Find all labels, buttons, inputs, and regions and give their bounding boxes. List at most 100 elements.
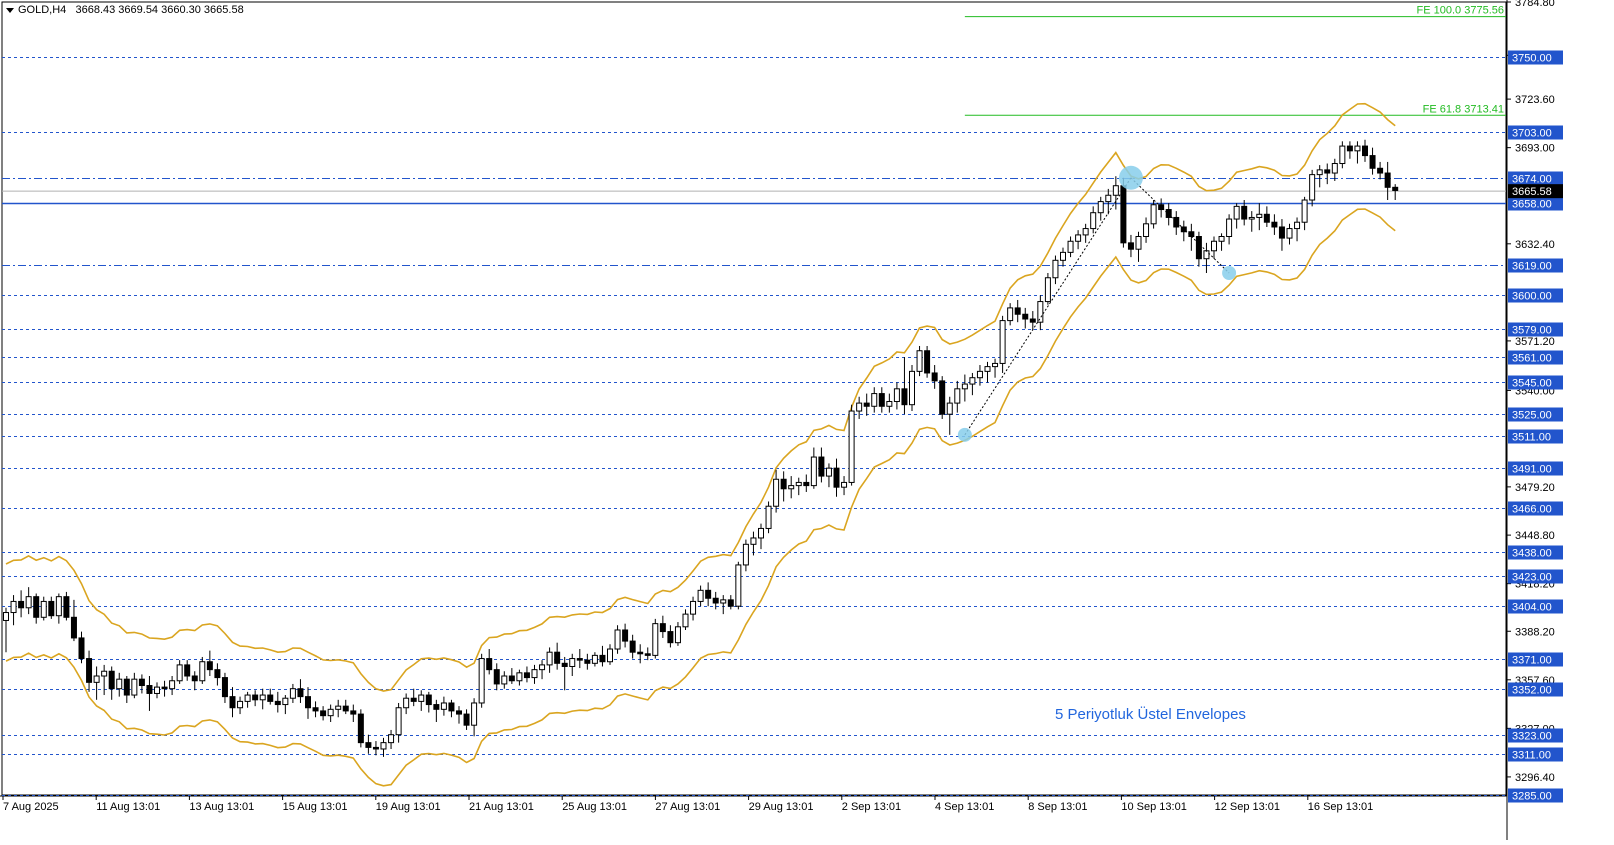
candle-bearish (1392, 186, 1399, 191)
candle-bullish (682, 613, 689, 628)
candle-bullish (848, 410, 855, 483)
candle-bearish (123, 678, 130, 696)
candle-bullish (1135, 236, 1142, 250)
candle-bullish (199, 661, 206, 682)
candle-bearish (357, 713, 364, 744)
current-price-label: 3665.58 (1512, 186, 1552, 198)
candle-bearish (191, 675, 198, 682)
candle-bullish (1067, 240, 1074, 253)
candle-bullish (282, 697, 289, 706)
candle-bearish (637, 651, 644, 655)
fib-anchor-marker[interactable] (957, 427, 972, 442)
candle-bullish (131, 678, 138, 696)
candle-bearish (48, 600, 55, 617)
candle-bearish (1377, 167, 1384, 174)
candle-bullish (40, 600, 47, 618)
candle-bullish (1203, 250, 1210, 260)
candle-bullish (961, 383, 968, 390)
x-tick-label: 21 Aug 13:01 (469, 801, 534, 813)
candle-bearish (599, 654, 606, 663)
fib-anchor-marker[interactable] (1222, 265, 1237, 280)
candle-bullish (1301, 199, 1308, 223)
x-tick-label: 7 Aug 2025 (3, 801, 59, 813)
candle-bearish (410, 697, 417, 702)
candle-bullish (773, 478, 780, 507)
candle-bearish (1369, 155, 1376, 169)
candle-bullish (1226, 218, 1233, 238)
candle-bullish (244, 694, 251, 702)
chart-header: GOLD,H4 3668.43 3669.54 3660.30 3665.58 (18, 4, 244, 16)
candle-bullish (569, 658, 576, 667)
candle-bearish (659, 623, 666, 633)
candle-bearish (931, 372, 938, 382)
x-tick-label: 4 Sep 13:01 (935, 801, 994, 813)
level-price-label: 3658.00 (1512, 199, 1552, 211)
level-price-label: 3579.00 (1512, 325, 1552, 337)
candle-bearish (252, 694, 259, 701)
candle-bearish (818, 456, 825, 477)
level-price-label: 3285.00 (1512, 791, 1552, 803)
candle-bearish (365, 742, 372, 748)
candle-bearish (554, 651, 561, 664)
candle-bearish (584, 659, 591, 664)
level-price-label: 3404.00 (1512, 602, 1552, 614)
candle-bullish (403, 697, 410, 709)
candle-bearish (924, 350, 931, 374)
candle-bullish (697, 589, 704, 602)
candle-bullish (788, 485, 795, 490)
candle-bullish (1233, 205, 1240, 220)
level-price-label: 3545.00 (1512, 378, 1552, 390)
candle-bullish (735, 564, 742, 607)
candle-bullish (758, 527, 764, 539)
candle-bearish (86, 658, 93, 683)
plot-frame (1, 1, 1507, 796)
candle-bullish (1097, 201, 1104, 214)
y-tick-label: 3479.20 (1515, 482, 1555, 494)
level-price-label: 3674.00 (1512, 174, 1552, 186)
candle-bearish (320, 710, 327, 717)
candle-bearish (1120, 185, 1127, 244)
candle-bullish (999, 320, 1006, 364)
candle-bullish (1331, 163, 1338, 174)
candle-bearish (267, 694, 274, 702)
candle-bullish (1052, 259, 1059, 279)
symbol-label: GOLD,H4 (18, 4, 67, 16)
level-price-label: 3750.00 (1512, 53, 1552, 65)
candle-bullish (591, 654, 598, 664)
candle-bullish (327, 708, 334, 717)
candle-bullish (478, 658, 485, 704)
candle-bearish (644, 653, 651, 656)
candle-bearish (901, 388, 908, 406)
candle-bearish (214, 669, 221, 679)
candle-bullish (674, 626, 681, 644)
fib-expansion-label: FE 100.0 3775.56 (1417, 5, 1504, 17)
candle-bullish (1354, 145, 1361, 152)
candle-bullish (856, 402, 863, 412)
fib-anchor-marker[interactable] (1118, 165, 1143, 190)
candle-bullish (946, 402, 953, 415)
level-price-label: 3323.00 (1512, 731, 1552, 743)
candle-bullish (984, 366, 991, 372)
candle-bearish (108, 670, 115, 690)
candle-bearish (221, 677, 228, 698)
candle-bullish (1218, 236, 1225, 242)
candle-bearish (1241, 205, 1248, 220)
candle-bearish (456, 710, 462, 715)
level-price-label: 3600.00 (1512, 291, 1552, 303)
candle-bullish (1309, 174, 1316, 201)
candle-bullish (720, 599, 727, 604)
x-tick-label: 2 Sep 13:01 (842, 801, 901, 813)
candle-bearish (486, 658, 493, 671)
candle-bearish (508, 675, 515, 682)
candle-bullish (976, 370, 983, 379)
candle-bullish (1060, 251, 1066, 261)
candle-bullish (690, 600, 697, 615)
candle-bearish (297, 688, 304, 698)
candle-bearish (1029, 318, 1036, 323)
candle-bearish (206, 661, 213, 671)
candle-bearish (312, 707, 319, 712)
candle-bearish (523, 672, 530, 679)
y-tick-label: 3296.40 (1515, 772, 1555, 784)
level-price-label: 3561.00 (1512, 353, 1552, 365)
symbol-dropdown-icon[interactable] (6, 8, 14, 13)
